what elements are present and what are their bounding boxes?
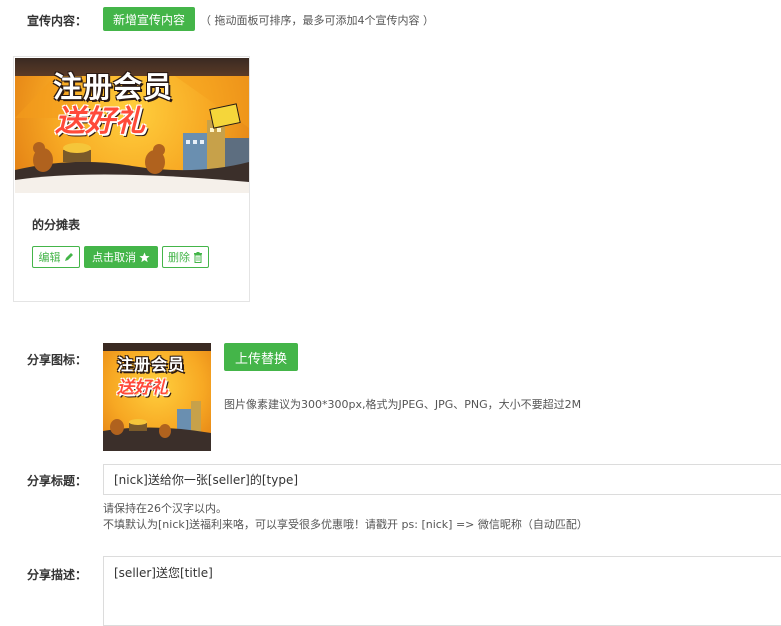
delete-label: 删除 — [168, 251, 190, 264]
thumb-title-line1: 注册会员 — [117, 355, 186, 374]
share-icon-thumbnail: 注册会员 送好礼 — [103, 343, 211, 451]
edit-button[interactable]: 编辑 — [32, 246, 80, 268]
delete-button[interactable]: 删除 — [162, 246, 209, 268]
share-desc-label: 分享描述： — [27, 568, 88, 582]
trash-icon — [194, 251, 202, 263]
share-title-note-1: 请保持在26个汉字以内。 — [103, 502, 227, 515]
promo-card[interactable]: 注册会员 送好礼 的分摊表 编辑 点击取消 删除 — [13, 56, 250, 302]
share-icon-label: 分享图标： — [27, 353, 88, 367]
cancel-featured-label: 点击取消 — [92, 251, 136, 264]
share-title-label: 分享标题： — [27, 474, 88, 488]
upload-replace-button[interactable]: 上传替换 — [224, 343, 298, 371]
share-icon-hint: 图片像素建议为300*300px,格式为JPEG、JPG、PNG，大小不要超过2… — [224, 398, 582, 411]
promo-label: 宣传内容： — [27, 14, 88, 28]
banner-title-line2: 送好礼 — [55, 104, 145, 139]
edit-label: 编辑 — [38, 251, 61, 264]
share-title-input[interactable] — [103, 464, 781, 495]
promo-banner-image: 注册会员 送好礼 — [15, 58, 249, 193]
share-desc-textarea[interactable]: [seller]送您[title] — [103, 556, 781, 626]
pencil-icon — [64, 253, 73, 261]
add-promo-button[interactable]: 新增宣传内容 — [103, 7, 195, 31]
cancel-featured-button[interactable]: 点击取消 — [84, 246, 158, 268]
promo-hint: （ 拖动面板可排序，最多可添加4个宣传内容 ） — [200, 14, 434, 27]
card-title: 的分摊表 — [32, 218, 81, 232]
share-title-note-2: 不填默认为[nick]送福利来咯，可以享受很多优惠哦！请戳开 ps: [nick… — [103, 518, 588, 531]
star-icon — [139, 252, 150, 262]
thumb-title-line2: 送好礼 — [117, 378, 168, 398]
